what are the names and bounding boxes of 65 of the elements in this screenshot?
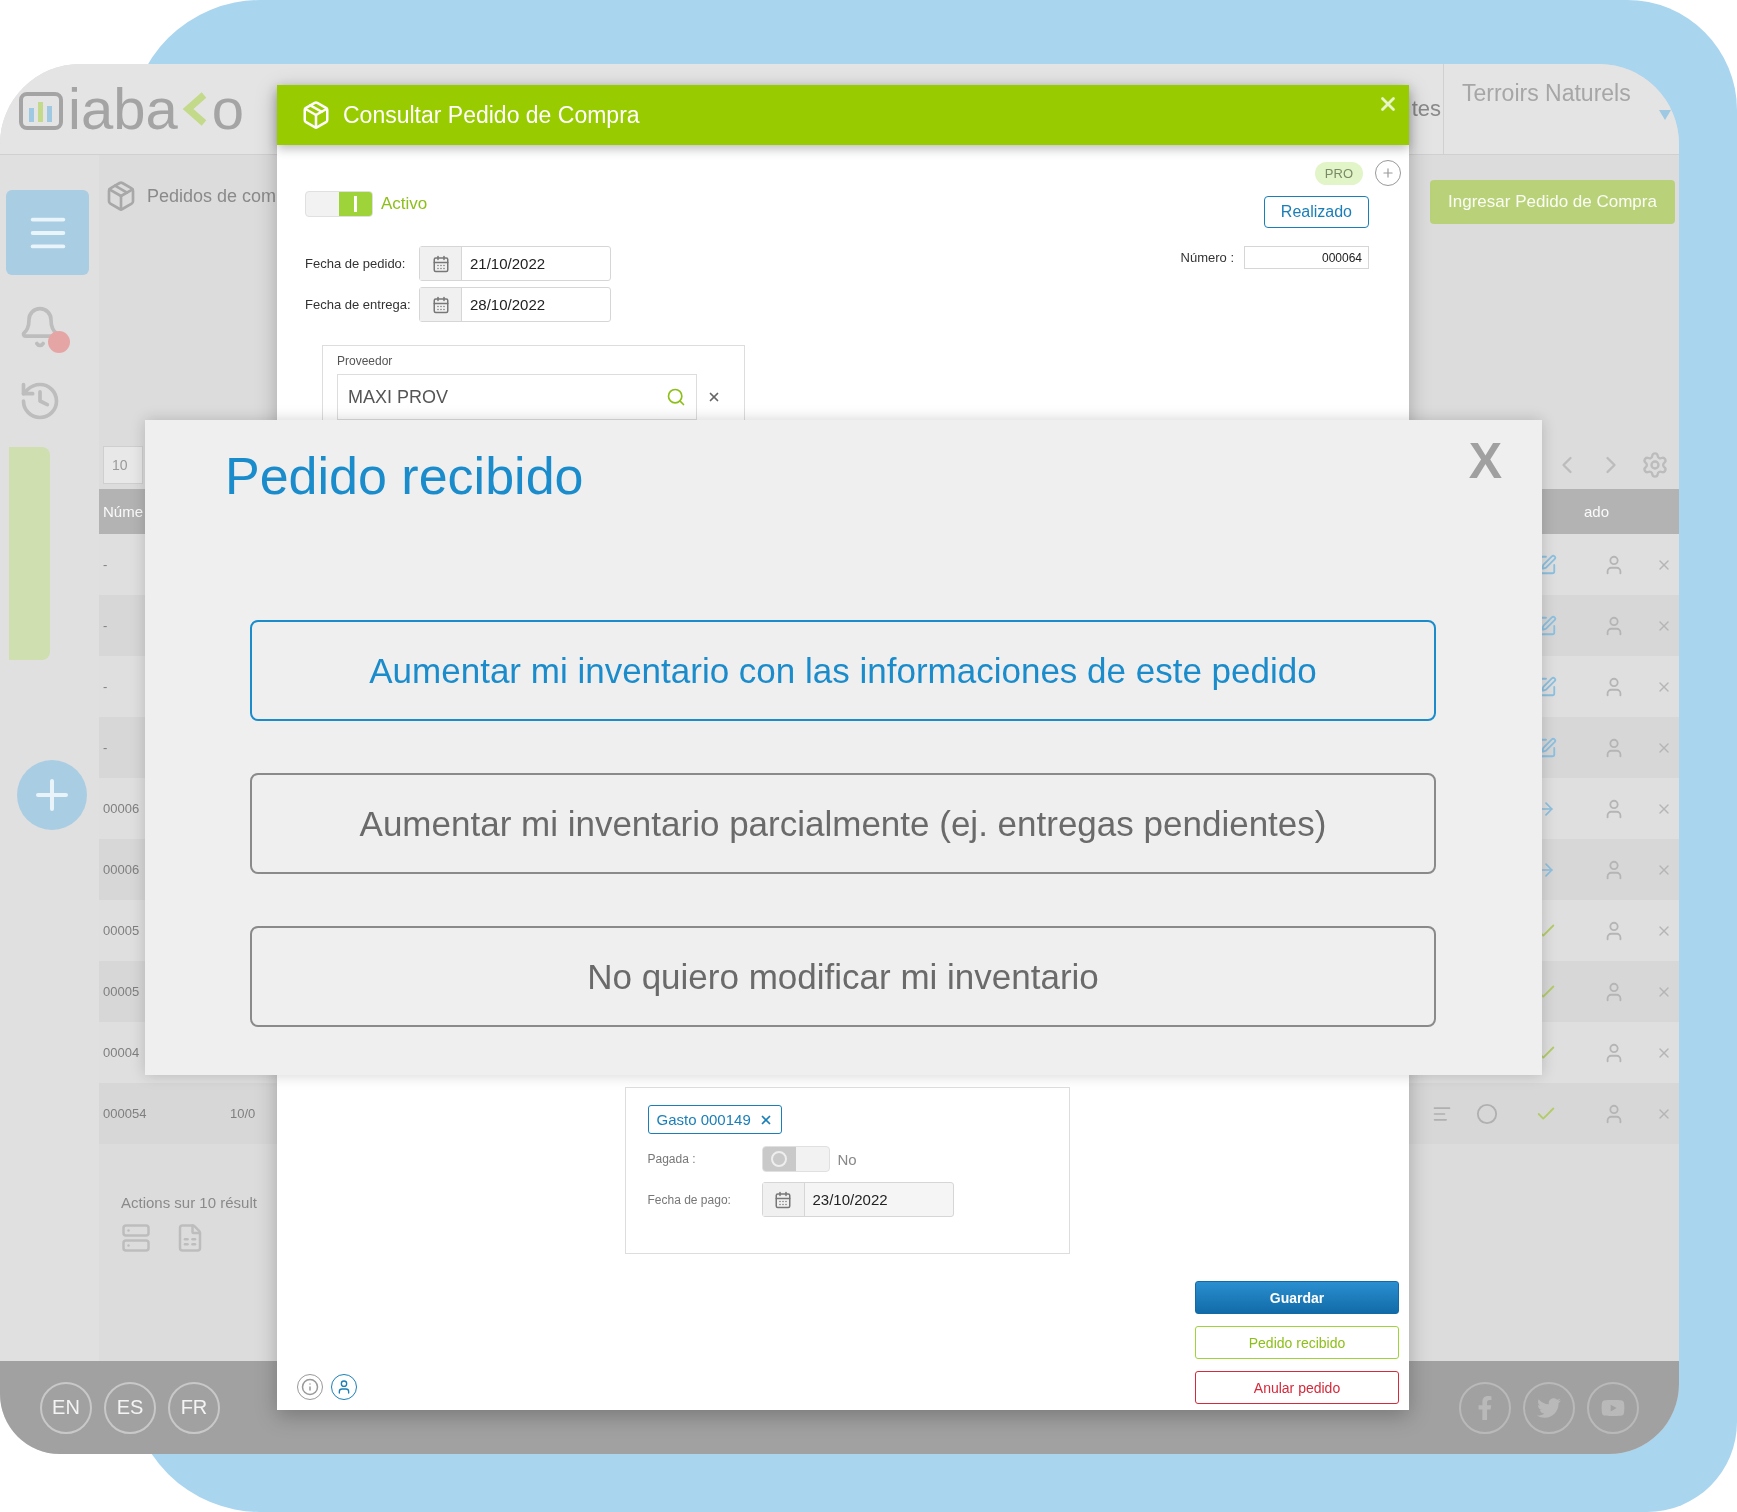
field-label: Fecha de entrega: [305,297,412,312]
logo-text: o [211,80,244,138]
stack-icon[interactable] [121,1223,151,1253]
date-field[interactable]: 28/10/2022 [419,287,611,322]
caret-icon[interactable] [1659,110,1671,120]
dialog-title: Consultar Pedido de Compra [343,101,640,129]
circle-icon[interactable] [1476,1102,1498,1125]
action-button[interactable]: Anular pedido [1195,1371,1399,1404]
field-label: Fecha de pedido: [305,256,407,271]
paid-toggle[interactable] [761,1146,830,1172]
settings-icon[interactable] [1641,451,1669,479]
close-button[interactable]: X [1468,436,1502,486]
field-label: Proveedor [337,354,394,368]
column-header: ado [1583,503,1609,520]
option-button[interactable]: Aumentar mi inventario con las informaciones de este pedido [250,620,1436,721]
actions-label: Actions sur 10 résult [121,1194,257,1211]
option-button[interactable]: No quiero modificar mi inventario [250,926,1436,1027]
table-cell: 00004 [103,1045,140,1060]
plan-badge: PRO [1314,161,1363,185]
table-cell: 00005 [103,923,140,938]
facebook-icon[interactable] [1459,1381,1511,1434]
logo-text: iaba [68,80,178,138]
language-button[interactable]: EN [40,1381,92,1434]
supplier-field[interactable]: MAXI PROV [337,374,697,420]
field-label: Fecha de pago: [647,1192,732,1207]
language-button[interactable]: FR [168,1381,220,1434]
table-cell: 00005 [103,984,140,999]
field-label: Número : [1180,250,1234,265]
page-title: Pedidos de com [147,185,277,207]
language-button[interactable]: ES [104,1381,156,1434]
column-header: Núme [103,503,143,520]
table-cell: 00006 [103,862,140,877]
search-icon[interactable] [666,387,686,407]
table-cell: - [103,557,108,572]
header-tab[interactable]: tes [1411,96,1441,122]
table-cell: - [103,679,108,694]
active-toggle[interactable] [305,191,373,217]
calendar-icon[interactable] [774,1190,792,1209]
calendar-icon[interactable] [431,254,450,273]
page-size-select[interactable]: 10 [103,446,143,484]
expense-tag[interactable]: Gasto 000149 [647,1105,782,1134]
option-button[interactable]: Aumentar mi inventario parcialmente (ej. entregas pendientes) [250,773,1436,874]
table-cell: 00006 [103,801,140,816]
dialog-title: Pedido recibido [225,446,584,506]
date-field[interactable]: 23/10/2022 [761,1182,954,1217]
side-tab[interactable] [9,447,50,660]
table-cell: - [103,618,108,633]
date-field[interactable]: 21/10/2022 [419,246,611,281]
toggle-label: No [837,1150,857,1168]
notification-badge [48,331,70,353]
bird-icon[interactable] [1523,1381,1575,1434]
status-button[interactable]: Realizado [1263,196,1369,228]
table-cell: 10/0 [230,1106,256,1121]
number-field[interactable]: 000064 [1244,246,1369,269]
menu-button[interactable] [6,190,89,275]
box-icon [105,180,137,212]
field-label: Pagada : [647,1152,697,1166]
table-cell: - [103,740,108,755]
calendar-icon[interactable] [431,295,450,314]
table-cell: 000054 [103,1106,147,1121]
box-icon [301,100,331,130]
play-icon[interactable] [1587,1381,1639,1434]
action-button[interactable]: Guardar [1195,1281,1399,1314]
toggle-label: Activo [381,194,428,214]
clear-icon[interactable] [707,390,721,404]
